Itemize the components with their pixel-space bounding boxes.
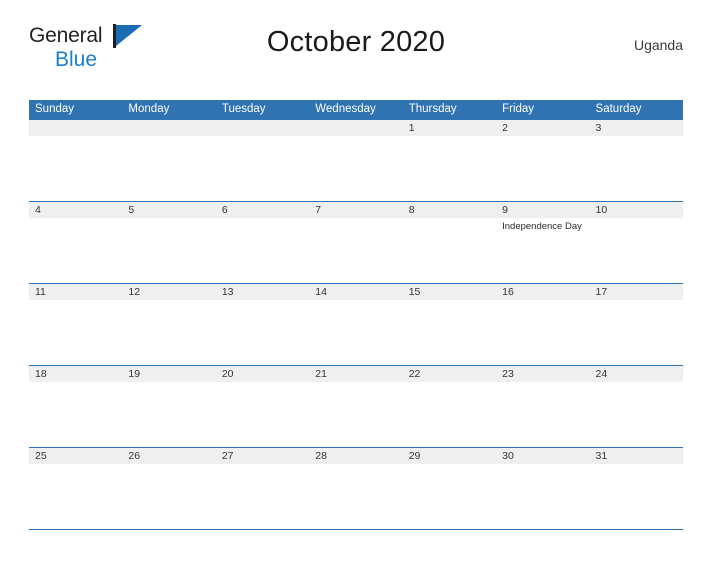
day-event-cell[interactable]: [403, 300, 496, 365]
day-event-cell[interactable]: [29, 300, 122, 365]
week-event-band: [29, 464, 683, 529]
day-event-cell[interactable]: [590, 218, 683, 283]
country-label: Uganda: [633, 37, 683, 53]
day-number[interactable]: 21: [309, 366, 402, 382]
day-number[interactable]: 26: [122, 448, 215, 464]
week-date-band: 11 12 13 14 15 16 17: [29, 284, 683, 300]
day-number[interactable]: 25: [29, 448, 122, 464]
weekday-header-monday: Monday: [128, 103, 170, 115]
day-number[interactable]: 20: [216, 366, 309, 382]
weekday-header-row: Sunday Monday Tuesday Wednesday Thursday…: [29, 100, 683, 119]
day-number[interactable]: 16: [496, 284, 589, 300]
day-number[interactable]: 24: [590, 366, 683, 382]
weekday-header-sunday: Sunday: [35, 103, 75, 115]
day-event-cell[interactable]: [309, 464, 402, 529]
calendar-week-row: 1 2 3: [29, 119, 683, 201]
day-event-cell[interactable]: [216, 464, 309, 529]
weekday-header-thursday: Thursday: [408, 103, 457, 115]
day-number[interactable]: 29: [403, 448, 496, 464]
day-event-cell[interactable]: [29, 382, 122, 447]
day-number[interactable]: 9: [496, 202, 589, 218]
week-event-band: [29, 136, 683, 201]
day-event-cell[interactable]: [309, 218, 402, 283]
calendar-week-row: 11 12 13 14 15 16 17: [29, 283, 683, 365]
day-event-cell[interactable]: [590, 382, 683, 447]
week-event-band: [29, 300, 683, 365]
day-number[interactable]: 30: [496, 448, 589, 464]
day-number[interactable]: 2: [496, 120, 589, 136]
day-number[interactable]: 7: [309, 202, 402, 218]
day-event-cell[interactable]: [216, 218, 309, 283]
day-number[interactable]: 12: [122, 284, 215, 300]
day-number[interactable]: 1: [403, 120, 496, 136]
day-number[interactable]: 23: [496, 366, 589, 382]
day-event-cell-holiday[interactable]: Independence Day: [496, 218, 589, 283]
day-event-cell[interactable]: [590, 300, 683, 365]
day-event-cell[interactable]: [496, 136, 589, 201]
day-number[interactable]: 27: [216, 448, 309, 464]
page-title: October 2020: [266, 26, 446, 58]
day-event-cell[interactable]: [403, 218, 496, 283]
day-event-cell[interactable]: [29, 218, 122, 283]
day-event-cell[interactable]: [403, 136, 496, 201]
day-number[interactable]: [122, 120, 215, 136]
calendar-week-row: 4 5 6 7 8 9 10 Independence Day: [29, 201, 683, 283]
day-number[interactable]: 10: [590, 202, 683, 218]
week-date-band: 1 2 3: [29, 120, 683, 136]
day-number[interactable]: 31: [590, 448, 683, 464]
week-date-band: 18 19 20 21 22 23 24: [29, 366, 683, 382]
day-number[interactable]: 15: [403, 284, 496, 300]
day-number[interactable]: [29, 120, 122, 136]
weekday-header-saturday: Saturday: [595, 103, 642, 115]
day-number[interactable]: 3: [590, 120, 683, 136]
day-number[interactable]: [216, 120, 309, 136]
day-event-cell[interactable]: [122, 136, 215, 201]
day-number[interactable]: 6: [216, 202, 309, 218]
calendar-week-row: 18 19 20 21 22 23 24: [29, 365, 683, 447]
day-event-cell[interactable]: [216, 136, 309, 201]
day-number[interactable]: 5: [122, 202, 215, 218]
day-number[interactable]: 18: [29, 366, 122, 382]
day-number[interactable]: 13: [216, 284, 309, 300]
day-event-cell[interactable]: [122, 300, 215, 365]
day-event-cell[interactable]: [309, 300, 402, 365]
day-number[interactable]: [309, 120, 402, 136]
day-number[interactable]: 17: [590, 284, 683, 300]
week-event-band: [29, 382, 683, 447]
day-number[interactable]: 19: [122, 366, 215, 382]
calendar-page: General Blue October 2020 Uganda Sunday …: [0, 22, 712, 572]
weekday-header-friday: Friday: [502, 103, 535, 115]
day-number[interactable]: 14: [309, 284, 402, 300]
week-date-band: 25 26 27 28 29 30 31: [29, 448, 683, 464]
day-event-cell[interactable]: [122, 464, 215, 529]
day-event-cell[interactable]: [29, 464, 122, 529]
day-event-cell[interactable]: [122, 382, 215, 447]
day-number[interactable]: 4: [29, 202, 122, 218]
day-event-cell[interactable]: [496, 382, 589, 447]
week-event-band: Independence Day: [29, 218, 683, 283]
day-event-cell[interactable]: [403, 464, 496, 529]
day-event-cell[interactable]: [309, 382, 402, 447]
day-number[interactable]: 8: [403, 202, 496, 218]
day-event-cell[interactable]: [216, 300, 309, 365]
day-number[interactable]: 28: [309, 448, 402, 464]
day-event-cell[interactable]: [496, 300, 589, 365]
day-event-cell[interactable]: [122, 218, 215, 283]
weekday-header-wednesday: Wednesday: [315, 103, 376, 115]
day-event-cell[interactable]: [590, 136, 683, 201]
week-date-band: 4 5 6 7 8 9 10: [29, 202, 683, 218]
weekday-header-tuesday: Tuesday: [221, 103, 266, 115]
day-number[interactable]: 22: [403, 366, 496, 382]
calendar-grid: Sunday Monday Tuesday Wednesday Thursday…: [29, 100, 683, 530]
calendar-week-row: 25 26 27 28 29 30 31: [29, 447, 683, 530]
day-event-cell[interactable]: [590, 464, 683, 529]
page-header: General Blue October 2020 Uganda: [29, 22, 683, 74]
day-number[interactable]: 11: [29, 284, 122, 300]
day-event-cell[interactable]: [309, 136, 402, 201]
day-event-cell[interactable]: [29, 136, 122, 201]
day-event-cell[interactable]: [496, 464, 589, 529]
day-event-cell[interactable]: [216, 382, 309, 447]
day-event-cell[interactable]: [403, 382, 496, 447]
